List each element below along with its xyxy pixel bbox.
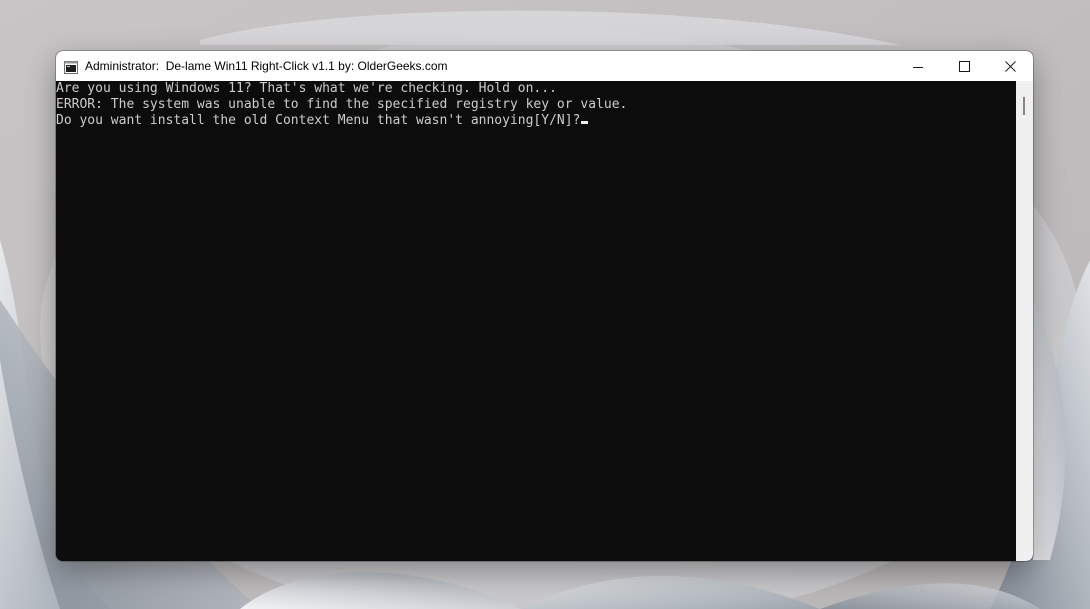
console-prompt-text: Do you want install the old Context Menu… (56, 113, 581, 128)
minimize-button[interactable] (895, 51, 941, 81)
console-line: ERROR: The system was unable to find the… (56, 97, 628, 112)
close-icon (1004, 57, 1016, 76)
minimize-icon (913, 57, 923, 76)
maximize-button[interactable] (941, 51, 987, 81)
console-prompt-line: Do you want install the old Context Menu… (56, 113, 589, 129)
window-title: Administrator: De-lame Win11 Right-Click… (85, 59, 448, 73)
scrollbar-thumb[interactable] (1023, 97, 1025, 115)
text-cursor (581, 121, 589, 124)
title-bar[interactable]: Administrator: De-lame Win11 Right-Click… (56, 51, 1033, 81)
console-window: Administrator: De-lame Win11 Right-Click… (56, 51, 1033, 561)
console-output[interactable]: Are you using Windows 11? That's what we… (56, 81, 1016, 561)
console-line: Are you using Windows 11? That's what we… (56, 81, 557, 96)
vertical-scrollbar[interactable] (1016, 81, 1033, 561)
console-icon (64, 59, 78, 74)
close-button[interactable] (987, 51, 1033, 81)
maximize-icon (958, 57, 970, 76)
